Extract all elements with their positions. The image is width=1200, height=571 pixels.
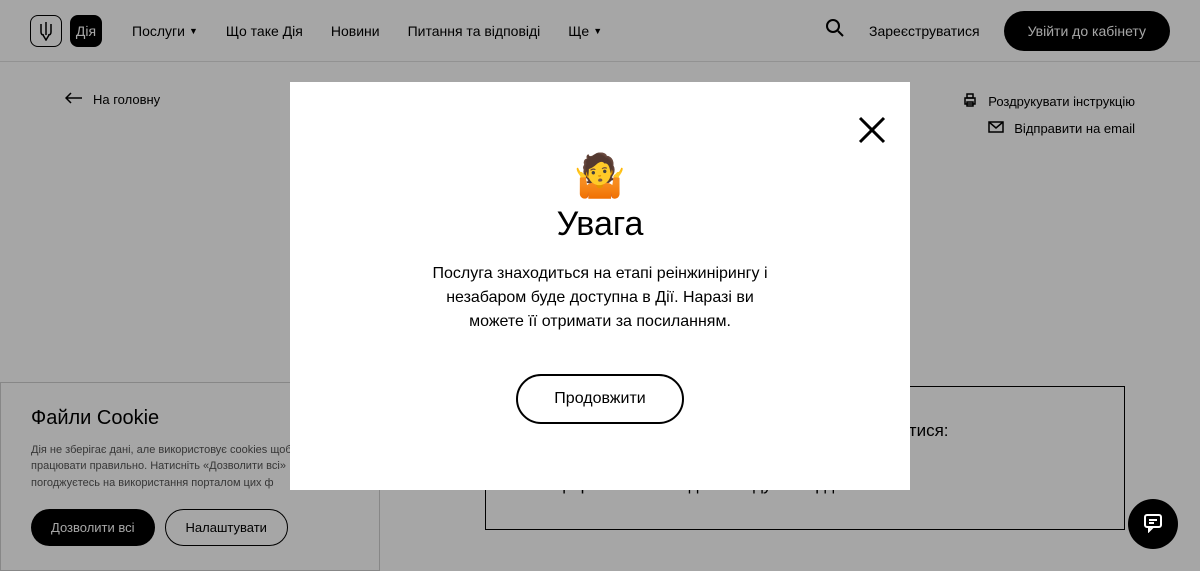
- modal: 🤷 Увага Послуга знаходиться на етапі реі…: [290, 82, 910, 490]
- chat-icon: [1142, 511, 1164, 538]
- modal-title: Увага: [350, 205, 850, 244]
- continue-button[interactable]: Продовжити: [516, 374, 683, 424]
- close-icon[interactable]: [854, 112, 890, 148]
- modal-overlay[interactable]: 🤷 Увага Послуга знаходиться на етапі реі…: [0, 0, 1200, 571]
- modal-text: Послуга знаходиться на етапі реінжинірин…: [420, 262, 780, 334]
- chat-fab[interactable]: [1128, 499, 1178, 549]
- shrug-emoji-icon: 🤷: [350, 152, 850, 201]
